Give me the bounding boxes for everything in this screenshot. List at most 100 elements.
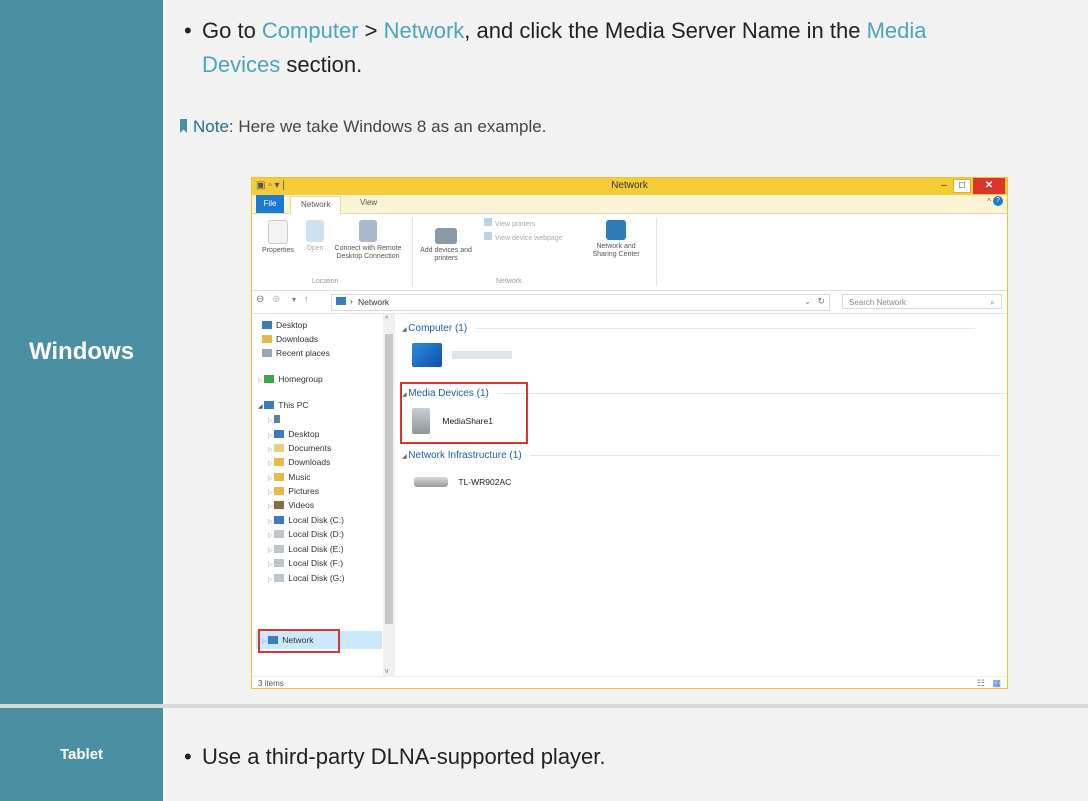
view-webpage-button[interactable]: View device webpage (484, 232, 563, 243)
link-devices[interactable]: Devices (202, 52, 280, 77)
nav-recent-places[interactable]: Recent places (262, 348, 330, 358)
properties-icon (268, 220, 288, 244)
close-icon[interactable]: ✕ (973, 178, 1005, 194)
forward-icon[interactable]: ⊕ (272, 294, 280, 305)
group-network-infrastructure[interactable]: ◢ Network Infrastructure (1) (402, 450, 1000, 461)
os-label-windows: Windows (0, 0, 163, 704)
minimize-icon[interactable]: – (935, 178, 953, 194)
nav-pc-desktop[interactable]: ▷ Desktop (268, 429, 319, 439)
note: Note: Here we take Windows 8 as an examp… (180, 117, 546, 137)
desktop-icon (262, 321, 272, 329)
address-bar: ⊖ ⊕ ▾ ↑ › Network ⌄ ↻ Search Network ⌕ (252, 291, 1007, 314)
back-icon[interactable]: ⊖ (256, 294, 264, 305)
nav-desktop[interactable]: Desktop (262, 320, 307, 330)
blurred-computer-name (452, 351, 513, 359)
group-computer[interactable]: ◢ Computer (1) (402, 323, 976, 334)
item-count: 3 items (258, 679, 284, 688)
downloads-icon (262, 335, 272, 343)
address-text: Network (358, 297, 390, 307)
link-media[interactable]: Media (867, 18, 927, 43)
windows-row: Windows • Go to Computer > Network, and … (0, 0, 1088, 704)
recent-icon[interactable]: ▾ (292, 295, 296, 304)
scroll-up-icon[interactable]: ^ (385, 316, 388, 323)
nav-videos[interactable]: ▷ Videos (268, 500, 314, 510)
music-icon (274, 473, 285, 481)
router-item[interactable]: TL-WR902AC (414, 476, 511, 487)
homegroup-icon (264, 375, 275, 383)
nav-scrollbar[interactable]: ^ v (383, 314, 395, 677)
downloads-folder-icon (274, 458, 285, 466)
search-input[interactable]: Search Network ⌕ (842, 294, 1002, 309)
videos-icon (274, 501, 285, 509)
bookmark-icon (180, 119, 187, 133)
network-center-icon (606, 220, 626, 240)
dropdown-icon[interactable]: ⌄ (804, 297, 811, 306)
scrollbar-thumb[interactable] (385, 334, 393, 624)
computer-icon (412, 343, 442, 367)
ribbon-tabs: File Network View ^ ? (252, 195, 1007, 214)
details-view-icon[interactable]: ☷ (977, 678, 985, 688)
nav-pc-downloads[interactable]: ▷ Downloads (268, 457, 330, 467)
view-printers-button[interactable]: View printers (484, 218, 535, 229)
up-icon[interactable]: ↑ (304, 294, 309, 304)
refresh-icon[interactable]: ↻ (817, 296, 825, 307)
navigation-pane: Desktop Downloads Recent places ▷ Homegr… (252, 314, 382, 677)
scroll-down-icon[interactable]: v (385, 668, 389, 675)
webpage-icon (484, 232, 492, 240)
pictures-icon (274, 487, 285, 495)
open-button[interactable]: Open (302, 220, 328, 253)
recent-places-icon (262, 349, 272, 357)
nav-downloads[interactable]: Downloads (262, 334, 318, 344)
group-location: Location (312, 278, 339, 285)
status-bar: 3 items ☷ ▦ (252, 676, 1007, 688)
tab-network[interactable]: Network (290, 196, 342, 214)
drive-icon (274, 530, 285, 538)
network-sharing-button[interactable]: Network and Sharing Center (592, 220, 640, 260)
nav-this-pc[interactable]: ◢ This PC (258, 400, 309, 410)
nav-pictures[interactable]: ▷ Pictures (268, 486, 319, 496)
computer-icon (264, 401, 275, 409)
chevron-up-icon[interactable]: ^ (987, 197, 991, 206)
nav-disk-d[interactable]: ▷ Local Disk (D:) (268, 529, 344, 539)
properties-button[interactable]: Properties (258, 220, 298, 255)
drive-icon (274, 559, 285, 567)
explorer-window: ▣ ▫ ▾ | Network – □ ✕ File Network View … (251, 177, 1008, 689)
link-computer[interactable]: Computer (262, 18, 359, 43)
maximize-icon[interactable]: □ (953, 179, 971, 193)
router-icon (414, 476, 448, 487)
nav-disk-c[interactable]: ▷ Local Disk (C:) (268, 515, 344, 525)
nav-homegroup[interactable]: ▷ Homegroup (258, 374, 323, 384)
nav-documents[interactable]: ▷ Documents (268, 443, 331, 453)
add-devices-button[interactable]: Add devices and printers (418, 228, 474, 264)
open-icon (306, 220, 324, 242)
system-drive-icon (274, 516, 285, 524)
remote-desktop-button[interactable]: Connect with Remote Desktop Connection (332, 220, 404, 262)
documents-icon (274, 444, 285, 452)
remote-desktop-icon (359, 220, 377, 242)
page: Windows • Go to Computer > Network, and … (0, 0, 1088, 801)
highlight-media-devices (400, 382, 528, 444)
nav-music[interactable]: ▷ Music (268, 472, 310, 482)
drive-icon (274, 545, 285, 553)
highlight-network-nav (258, 629, 340, 653)
nav-disk-g[interactable]: ▷ Local Disk (G:) (268, 573, 345, 583)
nav-disk-e[interactable]: ▷ Local Disk (E:) (268, 544, 344, 554)
link-network[interactable]: Network (384, 18, 465, 43)
drive-icon (274, 574, 285, 582)
printers-icon (484, 218, 492, 226)
group-network: Network (496, 278, 522, 285)
address-input[interactable]: › Network ⌄ ↻ (331, 294, 830, 311)
title-bar: ▣ ▫ ▾ | Network – □ ✕ (252, 178, 1007, 195)
note-text: : Here we take Windows 8 as an example. (228, 117, 547, 136)
tab-file[interactable]: File (256, 195, 284, 213)
note-label: Note (193, 117, 229, 136)
os-label-tablet: Tablet (0, 708, 163, 801)
nav-pin[interactable]: ▷ (268, 414, 284, 424)
nav-disk-f[interactable]: ▷ Local Disk (F:) (268, 558, 343, 568)
tab-view[interactable]: View (360, 198, 377, 207)
help-icon[interactable]: ? (993, 196, 1003, 206)
computer-item[interactable] (412, 343, 513, 367)
printer-icon (435, 228, 457, 244)
tablet-instruction: • Use a third-party DLNA-supported player… (184, 744, 606, 769)
large-icons-view-icon[interactable]: ▦ (992, 678, 1001, 688)
